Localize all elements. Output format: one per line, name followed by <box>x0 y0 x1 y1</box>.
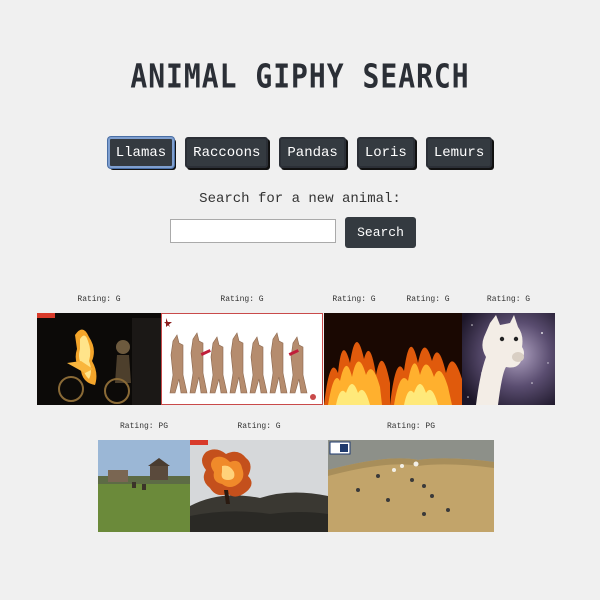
gif-rating: Rating: G <box>332 295 376 304</box>
search-input[interactable] <box>170 219 336 243</box>
gif-image-exploding-tree[interactable] <box>190 440 328 532</box>
gif-image-farm-field[interactable] <box>98 440 190 532</box>
gif-rating: Rating: G <box>77 295 121 304</box>
page-title: ANIMAL GIPHY SEARCH <box>130 57 470 96</box>
gif-rating: Rating: PG <box>386 422 435 431</box>
animal-button-loris[interactable]: Loris <box>356 137 415 168</box>
gif-rating: Rating: G <box>237 422 281 431</box>
animal-button-raccoons[interactable]: Raccoons <box>185 137 269 168</box>
gif-rating: Rating: G <box>406 295 450 304</box>
animal-button-llamas[interactable]: Llamas <box>107 137 175 168</box>
search-button[interactable]: Search <box>345 217 416 248</box>
gif-rating: Rating: PG <box>119 422 168 431</box>
gif-rating: Rating: G <box>220 295 264 304</box>
gif-image-flaming-cyclist[interactable] <box>37 313 161 405</box>
animal-button-pandas[interactable]: Pandas <box>279 137 346 168</box>
animal-button-bar: Llamas Raccoons Pandas Loris Lemurs <box>0 137 600 168</box>
gif-rating: Rating: G <box>486 295 531 304</box>
search-label: Search for a new animal: <box>199 191 401 207</box>
gif-image-llama-space[interactable] <box>462 313 555 405</box>
animal-button-lemurs[interactable]: Lemurs <box>425 137 493 168</box>
gif-image-dancing-llamas[interactable] <box>161 313 323 405</box>
gif-image-flames[interactable] <box>324 313 462 405</box>
gif-image-aerial-news[interactable] <box>328 440 494 532</box>
